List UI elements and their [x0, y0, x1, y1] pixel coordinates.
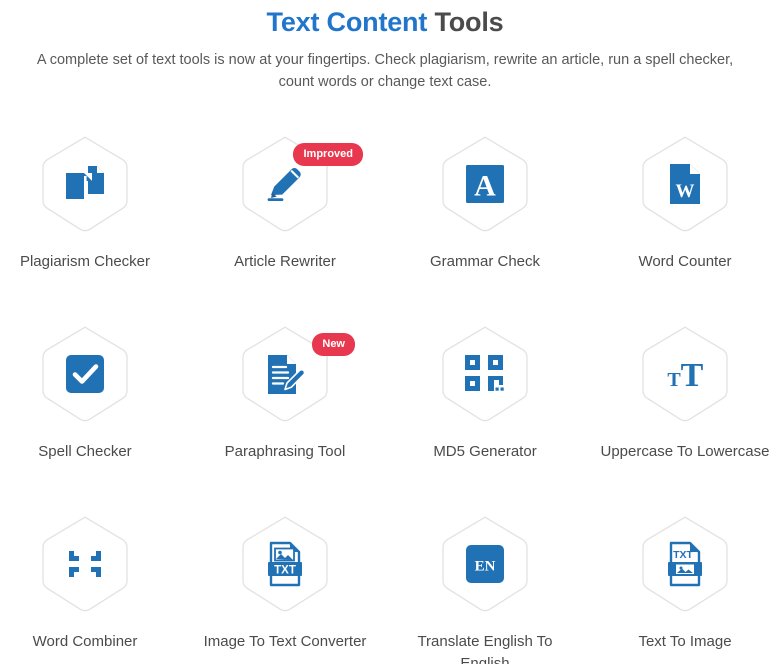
tool-icon-hexagon[interactable]: EN: [437, 514, 533, 614]
qr-code-icon: [437, 324, 533, 424]
tool-label: Uppercase To Lowercase: [600, 443, 770, 460]
tool-card[interactable]: T T Uppercase To Lowercase: [585, 317, 770, 507]
tool-icon-hexagon[interactable]: New: [237, 324, 355, 424]
tool-card[interactable]: TXT Image To Text Converter: [185, 507, 385, 664]
tool-label: Image To Text Converter: [203, 633, 367, 650]
tool-label: Spell Checker: [38, 443, 132, 460]
en-square-icon: EN: [437, 514, 533, 614]
tool-icon-hexagon[interactable]: [37, 514, 133, 614]
two-documents-icon: [37, 134, 133, 234]
tool-label: Article Rewriter: [234, 253, 336, 270]
word-document-icon: W: [637, 134, 733, 234]
tool-label: Text To Image: [638, 633, 732, 650]
page-header: Text Content Tools A complete set of tex…: [0, 0, 770, 93]
tool-card[interactable]: Spell Checker: [0, 317, 185, 507]
tool-card[interactable]: A Grammar Check: [385, 127, 585, 317]
tool-card[interactable]: Improved Article Rewriter: [185, 127, 385, 317]
tool-card[interactable]: Plagiarism Checker: [0, 127, 185, 317]
tool-icon-hexagon[interactable]: TXT: [237, 514, 333, 614]
tool-icon-hexagon[interactable]: T T: [637, 324, 733, 424]
tool-badge: New: [312, 333, 355, 356]
page-subtitle: A complete set of text tools is now at y…: [36, 52, 734, 90]
image-to-txt-file-icon: TXT: [237, 514, 333, 614]
page-title-rest: Tools: [427, 7, 504, 37]
tool-icon-hexagon[interactable]: Improved: [237, 134, 363, 234]
page-title-accent: Text Content: [266, 7, 428, 37]
tool-icon-hexagon[interactable]: A: [437, 134, 533, 234]
txt-to-image-file-icon: TXT: [637, 514, 733, 614]
tool-icon-hexagon[interactable]: [37, 324, 133, 424]
tool-card[interactable]: EN Translate English To English: [385, 507, 585, 664]
tool-label: Grammar Check: [429, 253, 541, 270]
tool-badge: Improved: [293, 143, 363, 166]
tool-card[interactable]: TXT Text To Image: [585, 507, 770, 664]
text-case-icon: T T: [637, 324, 733, 424]
combine-arrows-icon: [37, 514, 133, 614]
tool-icon-hexagon[interactable]: TXT: [637, 514, 733, 614]
tool-label: Translate English To English: [417, 633, 553, 664]
tool-card[interactable]: W Word Counter: [585, 127, 770, 317]
page-title: Text Content Tools: [0, 4, 770, 40]
tool-icon-hexagon[interactable]: W: [637, 134, 733, 234]
tool-label: Plagiarism Checker: [19, 253, 151, 270]
tool-label: Word Combiner: [32, 633, 138, 650]
svg-text:T: T: [667, 369, 681, 391]
tool-label: MD5 Generator: [433, 443, 537, 460]
tool-label: Word Counter: [638, 253, 732, 270]
svg-text:T: T: [681, 357, 704, 394]
tool-icon-hexagon[interactable]: [37, 134, 133, 234]
svg-text:A: A: [474, 170, 496, 203]
checkmark-square-icon: [37, 324, 133, 424]
text-content-tools-page: Text Content Tools A complete set of tex…: [0, 0, 770, 664]
tools-grid: Plagiarism Checker Improved Article Rewr…: [0, 127, 770, 664]
tool-label: Paraphrasing Tool: [224, 443, 346, 460]
svg-text:W: W: [676, 181, 695, 202]
svg-text:TXT: TXT: [274, 564, 296, 576]
tool-card[interactable]: MD5 Generator: [385, 317, 585, 507]
letter-a-square-icon: A: [437, 134, 533, 234]
svg-text:TXT: TXT: [673, 549, 693, 561]
tool-icon-hexagon[interactable]: [437, 324, 533, 424]
tool-card[interactable]: New Paraphrasing Tool: [185, 317, 385, 507]
svg-text:EN: EN: [475, 559, 496, 575]
tool-card[interactable]: Word Combiner: [0, 507, 185, 664]
